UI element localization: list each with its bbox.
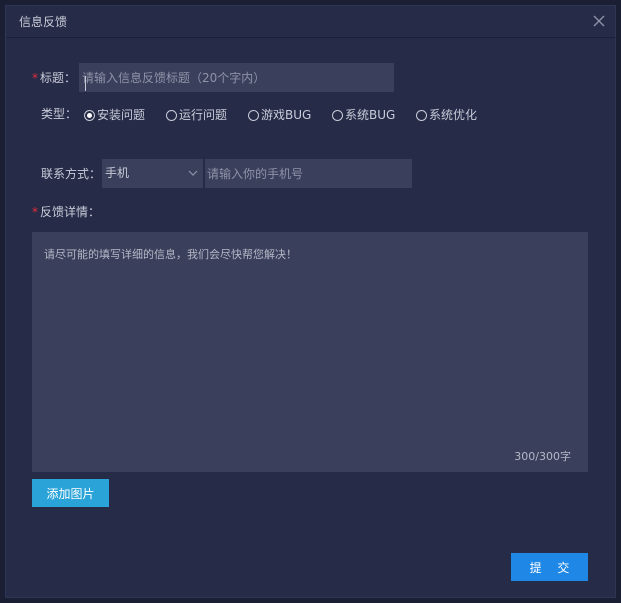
text-caret — [85, 76, 86, 91]
radio-system-bug[interactable]: 系统BUG — [332, 107, 395, 123]
radio-label: 运行问题 — [179, 108, 228, 122]
radio-label: 系统BUG — [345, 108, 396, 122]
char-counter: 300/300字 — [514, 450, 571, 463]
radio-label: 游戏BUG — [261, 108, 312, 122]
submit-button[interactable]: 提 交 — [511, 553, 588, 581]
radio-unchecked-icon — [416, 109, 427, 121]
title-input[interactable] — [79, 63, 394, 92]
contact-label: 联系方式： — [41, 167, 102, 181]
detail-label: 反馈详情： — [40, 205, 101, 219]
title-label-row: * 标题： — [32, 71, 76, 85]
type-label: 类型： — [41, 107, 78, 121]
radio-runtime-issue[interactable]: 运行问题 — [166, 107, 227, 123]
radio-label: 系统优化 — [429, 108, 478, 122]
radio-unchecked-icon — [248, 109, 259, 121]
required-mark: * — [32, 71, 38, 85]
contact-method-select[interactable]: 手机 — [102, 159, 203, 188]
radio-system-optimization[interactable]: 系统优化 — [416, 107, 477, 123]
title-label: 标题： — [40, 71, 77, 85]
radio-unchecked-icon — [166, 109, 177, 121]
detail-label-row: * 反馈详情： — [32, 205, 100, 219]
feedback-dialog: 信息反馈 *标题： 类型： 安装问题 运行问题 游戏BUG 系统BUG — [5, 5, 616, 598]
add-image-button[interactable]: 添加图片 — [32, 479, 109, 507]
dialog-titlebar: 信息反馈 — [6, 6, 615, 38]
phone-input[interactable] — [205, 159, 412, 188]
dialog-title: 信息反馈 — [19, 15, 68, 29]
radio-label: 安装问题 — [97, 108, 146, 122]
close-icon[interactable] — [591, 13, 607, 29]
chevron-down-icon — [188, 170, 198, 176]
radio-checked-icon — [84, 109, 95, 121]
required-mark: * — [32, 205, 38, 219]
contact-method-value: 手机 — [105, 166, 130, 180]
radio-game-bug[interactable]: 游戏BUG — [248, 107, 311, 123]
radio-install-issue[interactable]: 安装问题 — [84, 107, 145, 123]
radio-unchecked-icon — [332, 109, 343, 121]
detail-textarea[interactable] — [32, 232, 588, 472]
